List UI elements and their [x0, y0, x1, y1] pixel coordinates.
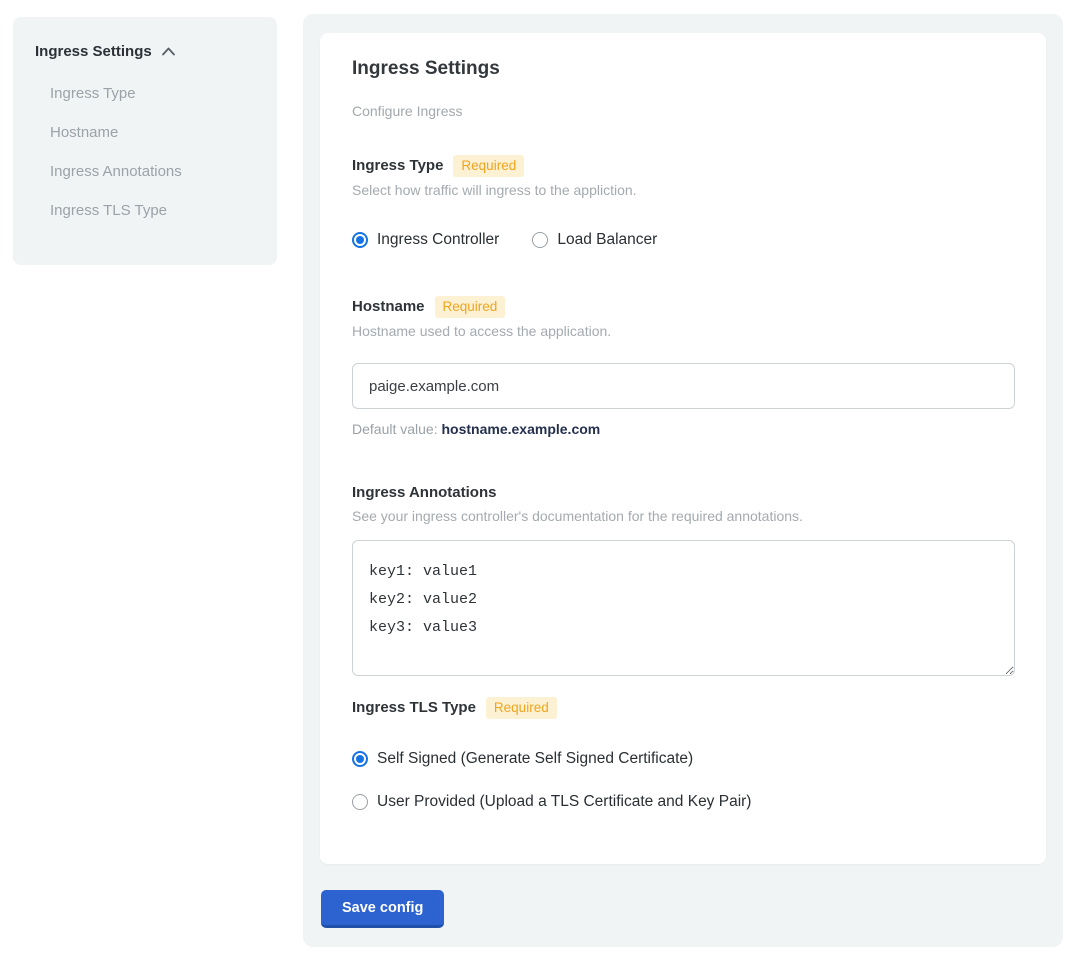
ingress-type-help: Select how traffic will ingress to the a… — [352, 181, 1014, 199]
sidebar-item-ingress-type[interactable]: Ingress Type — [50, 85, 255, 102]
ingress-settings-card: Ingress Settings Configure Ingress Ingre… — [320, 33, 1046, 864]
field-hostname: Hostname Required Hostname used to acces… — [352, 296, 1014, 438]
sidebar-section-toggle[interactable]: Ingress Settings — [35, 43, 255, 60]
hostname-label: Hostname — [352, 297, 425, 317]
default-value-label: Default value: — [352, 421, 442, 437]
hostname-help: Hostname used to access the application. — [352, 322, 1014, 340]
field-ingress-tls-type: Ingress TLS Type Required Self Signed (G… — [352, 697, 1014, 811]
page-subtitle: Configure Ingress — [352, 102, 1014, 120]
ingress-tls-type-label: Ingress TLS Type — [352, 698, 476, 718]
required-badge: Required — [453, 155, 524, 177]
ingress-type-label: Ingress Type — [352, 156, 443, 176]
ingress-annotations-textarea[interactable] — [352, 540, 1015, 676]
sidebar-section-title: Ingress Settings — [35, 43, 152, 60]
required-badge: Required — [486, 697, 557, 719]
settings-panel: Ingress Settings Configure Ingress Ingre… — [303, 14, 1063, 947]
radio-user-provided[interactable] — [352, 794, 368, 810]
page-title: Ingress Settings — [352, 57, 1014, 81]
sidebar-item-hostname[interactable]: Hostname — [50, 124, 255, 141]
required-badge: Required — [435, 296, 506, 318]
settings-sidebar: Ingress Settings Ingress Type Hostname I… — [13, 17, 277, 265]
radio-option-load-balancer[interactable]: Load Balancer — [532, 231, 657, 249]
field-ingress-type: Ingress Type Required Select how traffic… — [352, 155, 1014, 249]
sidebar-item-ingress-annotations[interactable]: Ingress Annotations — [50, 163, 255, 180]
radio-label: User Provided (Upload a TLS Certificate … — [377, 793, 751, 811]
radio-load-balancer[interactable] — [532, 232, 548, 248]
ingress-tls-radio-group: Self Signed (Generate Self Signed Certif… — [352, 750, 1014, 811]
radio-label: Self Signed (Generate Self Signed Certif… — [377, 750, 693, 768]
radio-self-signed[interactable] — [352, 751, 368, 767]
radio-option-user-provided[interactable]: User Provided (Upload a TLS Certificate … — [352, 793, 1014, 811]
ingress-type-radio-group: Ingress Controller Load Balancer — [352, 231, 1014, 249]
radio-option-ingress-controller[interactable]: Ingress Controller — [352, 231, 499, 249]
hostname-default-line: Default value: hostname.example.com — [352, 420, 1014, 438]
chevron-up-icon — [161, 46, 176, 57]
radio-label: Ingress Controller — [377, 231, 499, 249]
radio-option-self-signed[interactable]: Self Signed (Generate Self Signed Certif… — [352, 750, 1014, 768]
field-ingress-annotations: Ingress Annotations See your ingress con… — [352, 483, 1014, 676]
sidebar-item-ingress-tls-type[interactable]: Ingress TLS Type — [50, 202, 255, 219]
default-value-text: hostname.example.com — [442, 421, 601, 437]
sidebar-nav: Ingress Type Hostname Ingress Annotation… — [50, 85, 255, 219]
save-config-button[interactable]: Save config — [321, 890, 444, 928]
radio-label: Load Balancer — [557, 231, 657, 249]
hostname-input[interactable] — [352, 363, 1015, 409]
radio-ingress-controller[interactable] — [352, 232, 368, 248]
ingress-annotations-label: Ingress Annotations — [352, 483, 496, 503]
ingress-annotations-help: See your ingress controller's documentat… — [352, 507, 1014, 525]
